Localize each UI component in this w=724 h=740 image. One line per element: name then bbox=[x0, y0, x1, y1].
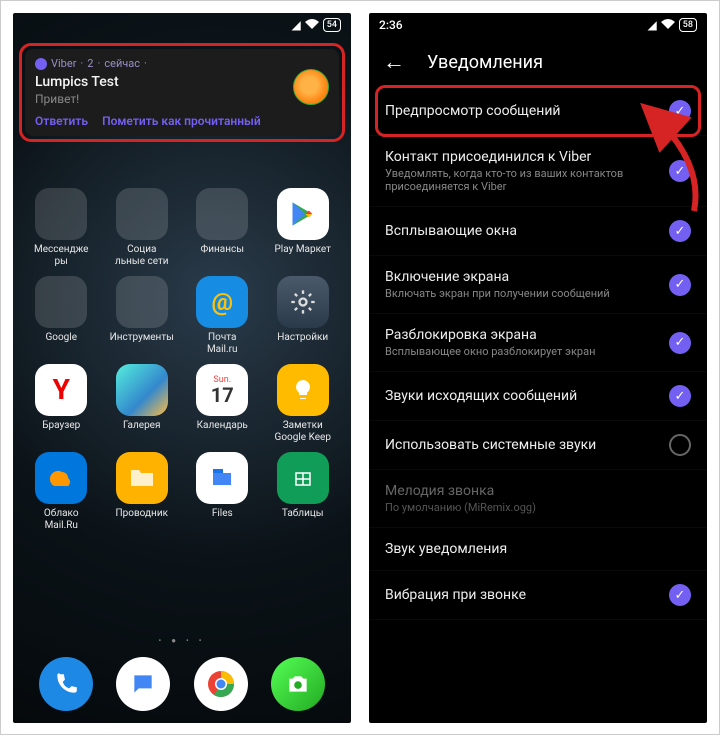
setting-row[interactable]: Контакт присоединился к Viber Уведомлять,… bbox=[369, 136, 707, 207]
app-calendar[interactable]: Sun. 17 Календарь bbox=[184, 364, 261, 444]
setting-subtitle: Уведомлять, когда кто-то из ваших контак… bbox=[385, 167, 635, 193]
status-bar: 2:36 ◢ 58 bbox=[369, 13, 707, 37]
settings-header: ← Уведомления bbox=[369, 37, 707, 87]
app-yandex-browser[interactable]: Y Браузер bbox=[23, 364, 100, 444]
signal-icon: ◢ bbox=[292, 18, 301, 32]
notif-avatar bbox=[293, 69, 329, 105]
setting-label: Звуки исходящих сообщений bbox=[385, 388, 661, 404]
setting-label: Вибрация при звонке bbox=[385, 587, 661, 603]
setting-label: Мелодия звонка bbox=[385, 483, 683, 499]
notification-card[interactable]: Viber · 2 · сейчас · Lumpics Test Привет… bbox=[25, 49, 339, 136]
wifi-icon bbox=[305, 18, 319, 32]
notif-sender: Lumpics Test bbox=[35, 74, 329, 90]
signal-icon: ◢ bbox=[648, 18, 657, 32]
status-bar: ◢ 54 bbox=[13, 13, 351, 37]
checkbox-on-icon[interactable]: ✓ bbox=[669, 160, 691, 182]
wifi-icon bbox=[661, 18, 675, 32]
app-settings[interactable]: Настройки bbox=[265, 276, 342, 356]
setting-label: Контакт присоединился к Viber bbox=[385, 149, 661, 165]
checkbox-on-icon[interactable]: ✓ bbox=[669, 274, 691, 296]
setting-subtitle: Всплывающее окно разблокирует экран bbox=[385, 345, 635, 358]
setting-label: Звук уведомления bbox=[385, 541, 683, 557]
notif-message: Привет! bbox=[35, 92, 329, 106]
app-explorer[interactable]: Проводник bbox=[104, 452, 181, 532]
folder-google[interactable]: Google bbox=[23, 276, 100, 356]
dock-camera[interactable] bbox=[271, 657, 325, 711]
checkbox-on-icon[interactable]: ✓ bbox=[669, 385, 691, 407]
folder-social[interactable]: Социа льные сети bbox=[104, 188, 181, 268]
home-screen: ◢ 54 Viber · 2 · сейчас · Lumpics Test bbox=[13, 13, 351, 723]
setting-row[interactable]: Звук уведомления bbox=[369, 528, 707, 571]
app-cloud-mailru[interactable]: Облако Mail.Ru bbox=[23, 452, 100, 532]
settings-screen: 2:36 ◢ 58 ← Уведомления Предпросмотр соо… bbox=[369, 13, 707, 723]
battery-indicator: 58 bbox=[679, 18, 697, 32]
setting-label: Всплывающие окна bbox=[385, 223, 661, 239]
notif-time: сейчас bbox=[104, 57, 140, 70]
dock-phone[interactable] bbox=[39, 657, 93, 711]
mark-read-button[interactable]: Пометить как прочитанный bbox=[102, 114, 261, 128]
app-google-keep[interactable]: Заметки Google Keep bbox=[265, 364, 342, 444]
folder-tools[interactable]: Инструменты bbox=[104, 276, 181, 356]
folder-messengers[interactable]: Мессендже ры bbox=[23, 188, 100, 268]
setting-row[interactable]: Всплывающие окна ✓ bbox=[369, 207, 707, 256]
notif-app: Viber bbox=[51, 57, 76, 70]
notification-highlight: Viber · 2 · сейчас · Lumpics Test Привет… bbox=[19, 43, 345, 142]
back-button[interactable]: ← bbox=[383, 49, 405, 75]
settings-list: Предпросмотр сообщений✓Контакт присоедин… bbox=[369, 87, 707, 620]
checkbox-on-icon[interactable]: ✓ bbox=[669, 332, 691, 354]
setting-row[interactable]: Вибрация при звонке ✓ bbox=[369, 571, 707, 620]
clock: 2:36 bbox=[379, 18, 403, 32]
app-files[interactable]: Files bbox=[184, 452, 261, 532]
setting-row[interactable]: Разблокировка экрана Всплывающее окно раз… bbox=[369, 314, 707, 372]
setting-label: Разблокировка экрана bbox=[385, 327, 661, 343]
setting-row: Мелодия звонка По умолчанию (MiRemix.ogg) bbox=[369, 470, 707, 528]
app-play-market[interactable]: Play Маркет bbox=[265, 188, 342, 268]
setting-subtitle: По умолчанию (MiRemix.ogg) bbox=[385, 501, 635, 514]
app-grid: Мессендже ры Социа льные сети Финансы Pl… bbox=[13, 148, 351, 532]
checkbox-off-icon[interactable] bbox=[669, 434, 691, 456]
page-title: Уведомления bbox=[427, 52, 543, 73]
page-indicator: • ● • • bbox=[13, 636, 351, 645]
checkbox-on-icon[interactable]: ✓ bbox=[669, 584, 691, 606]
setting-label: Включение экрана bbox=[385, 269, 661, 285]
dock bbox=[13, 657, 351, 715]
app-sheets[interactable]: Таблицы bbox=[265, 452, 342, 532]
folder-finance[interactable]: Финансы bbox=[184, 188, 261, 268]
reply-button[interactable]: Ответить bbox=[35, 114, 88, 128]
app-mailru[interactable]: @ Почта Mail.ru bbox=[184, 276, 261, 356]
viber-icon bbox=[35, 58, 47, 70]
setting-label: Использовать системные звуки bbox=[385, 437, 661, 453]
app-gallery[interactable]: Галерея bbox=[104, 364, 181, 444]
setting-row[interactable]: Включение экрана Включать экран при получ… bbox=[369, 256, 707, 314]
setting-subtitle: Включать экран при получении сообщений bbox=[385, 287, 635, 300]
checkbox-on-icon[interactable]: ✓ bbox=[669, 220, 691, 242]
dock-chrome[interactable] bbox=[194, 657, 248, 711]
setting-row[interactable]: Звуки исходящих сообщений ✓ bbox=[369, 372, 707, 421]
checkbox-on-icon[interactable]: ✓ bbox=[669, 100, 691, 122]
dock-messages[interactable] bbox=[116, 657, 170, 711]
notif-count: 2 bbox=[87, 57, 93, 70]
setting-label: Предпросмотр сообщений bbox=[385, 103, 661, 119]
setting-row[interactable]: Использовать системные звуки bbox=[369, 421, 707, 470]
setting-row[interactable]: Предпросмотр сообщений ✓ bbox=[369, 87, 707, 136]
battery-indicator: 54 bbox=[323, 18, 341, 32]
